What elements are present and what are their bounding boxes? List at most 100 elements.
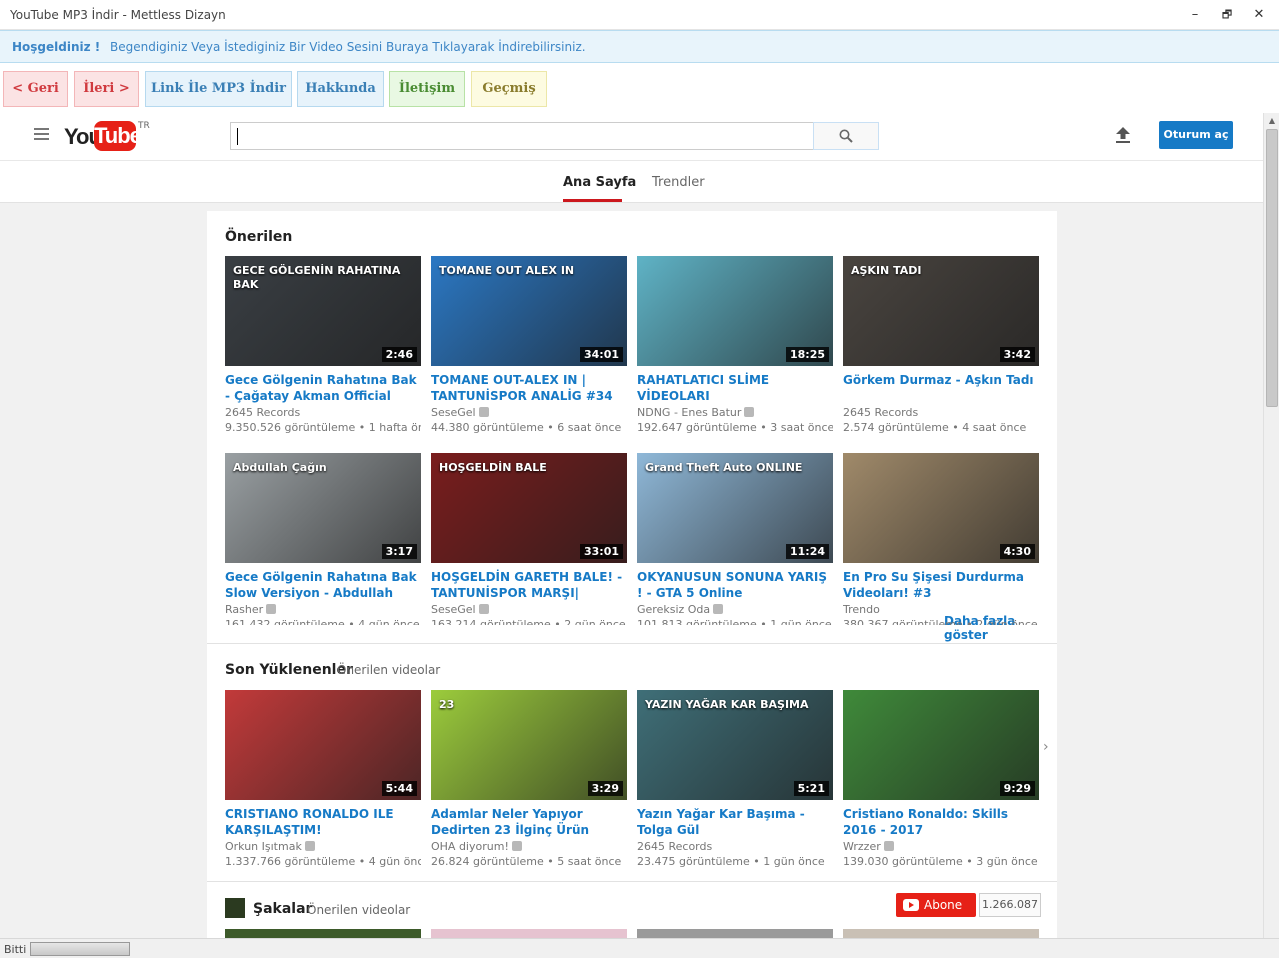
video-thumbnail[interactable] [225, 929, 421, 938]
video-thumbnail[interactable]: 5:44 [225, 690, 421, 800]
channel-name[interactable]: Trendo [843, 603, 880, 616]
video-channel[interactable]: Rasher [225, 602, 421, 617]
video-thumbnail[interactable] [431, 929, 627, 938]
video-channel[interactable]: NDNG - Enes Batur [637, 405, 833, 420]
thumbnail-caption: TOMANE OUT ALEX IN [439, 264, 575, 277]
video-channel[interactable]: Orkun Işıtmak [225, 839, 421, 854]
channel-name[interactable]: Wrzzer [843, 840, 881, 853]
video-card[interactable]: 18:25 RAHATLATICI SLİME VİDEOLARI NDNG - E… [637, 256, 833, 435]
search-input[interactable] [230, 122, 814, 150]
video-thumbnail[interactable]: 4:30 [843, 453, 1039, 563]
channel-name[interactable]: 2645 Records [843, 406, 918, 419]
video-card[interactable]: Grand Theft Auto ONLINE 11:24 OKYANUSUN SO… [637, 453, 833, 625]
video-card[interactable]: 23 3:29 Adamlar Neler Yapıyor Dedirten 23 … [431, 690, 627, 869]
meta-separator: • [550, 618, 565, 625]
history-button[interactable]: Geçmiş [471, 71, 547, 107]
video-thumbnail[interactable]: 18:25 [637, 256, 833, 366]
video-card[interactable]: Abdullah Çağın 3:17 Gece Gölgenin Rahatına… [225, 453, 421, 625]
video-duration: 18:25 [785, 347, 829, 362]
video-thumbnail[interactable]: GECE GÖLGENİN RAHATINA BAK 2:46 [225, 256, 421, 366]
video-channel[interactable]: 2645 Records [225, 405, 421, 420]
thumbnail-caption: Grand Theft Auto ONLINE [645, 461, 803, 474]
video-thumbnail[interactable] [637, 929, 833, 938]
channel-name[interactable]: SeseGel [431, 603, 476, 616]
channel-name[interactable]: NDNG - Enes Batur [637, 406, 741, 419]
channel-name[interactable]: 2645 Records [637, 840, 712, 853]
video-thumbnail[interactable]: AŞKIN TADI 3:42 [843, 256, 1039, 366]
video-title[interactable]: Gece Gölgenin Rahatına Bak Slow Versiyon… [225, 569, 421, 601]
hamburger-menu-icon[interactable] [34, 128, 49, 143]
video-thumbnail[interactable]: Abdullah Çağın 3:17 [225, 453, 421, 563]
video-title[interactable]: RAHATLATICI SLİME VİDEOLARI [637, 372, 833, 404]
channel-name[interactable]: Orkun Işıtmak [225, 840, 302, 853]
video-channel[interactable]: SeseGel [431, 405, 627, 420]
video-title[interactable]: En Pro Su Şişesi Durdurma Videoları! #3 [843, 569, 1039, 601]
video-card[interactable]: 9:29 Cristiano Ronaldo: Skills 2016 - 201… [843, 690, 1039, 869]
video-title[interactable]: Görkem Durmaz - Aşkın Tadı [843, 372, 1039, 404]
video-channel[interactable]: Trendo [843, 602, 1039, 617]
scroll-up-icon[interactable]: ▲ [1264, 113, 1279, 129]
subscribe-button[interactable]: Abone ol [896, 893, 976, 936]
forward-button[interactable]: İleri > [74, 71, 139, 107]
section-title-latest[interactable]: Son Yüklenenler [225, 662, 353, 678]
video-thumbnail[interactable]: TOMANE OUT ALEX IN 34:01 [431, 256, 627, 366]
video-card[interactable]: HOŞGELDİN BALE 33:01 HOŞGELDİN GARETH BALE… [431, 453, 627, 625]
video-thumbnail[interactable]: HOŞGELDİN BALE 33:01 [431, 453, 627, 563]
video-channel[interactable]: 2645 Records [637, 839, 833, 854]
search-button[interactable] [813, 122, 879, 150]
video-thumbnail[interactable]: 9:29 [843, 690, 1039, 800]
link-mp3-download-button[interactable]: Link İle MP3 İndir [145, 71, 292, 107]
view-count: 139.030 görüntüleme [843, 855, 963, 868]
minimize-button[interactable]: – [1183, 6, 1207, 24]
tab-trending[interactable]: Trendler [652, 175, 705, 190]
channel-name[interactable]: Rasher [225, 603, 263, 616]
section-title-recommended[interactable]: Önerilen [225, 229, 292, 245]
video-duration: 4:30 [999, 544, 1035, 559]
video-title[interactable]: Yazın Yağar Kar Başıma - Tolga Gül [637, 806, 833, 838]
channel-name[interactable]: SeseGel [431, 406, 476, 419]
video-card[interactable]: GECE GÖLGENİN RAHATINA BAK 2:46 Gece Gölge… [225, 256, 421, 435]
video-title[interactable]: CRISTIANO RONALDO ILE KARŞILAŞTIM! [225, 806, 421, 838]
channel-name[interactable]: Gereksiz Oda [637, 603, 710, 616]
video-title[interactable]: Cristiano Ronaldo: Skills 2016 - 2017 [843, 806, 1039, 838]
contact-button[interactable]: İletişim [389, 71, 465, 107]
video-card[interactable]: 4:30 En Pro Su Şişesi Durdurma Videoları!… [843, 453, 1039, 625]
video-thumbnail[interactable]: Grand Theft Auto ONLINE 11:24 [637, 453, 833, 563]
video-thumbnail[interactable]: 23 3:29 [431, 690, 627, 800]
vertical-scrollbar[interactable]: ▲ [1263, 113, 1279, 938]
video-channel[interactable]: 2645 Records [843, 405, 1039, 420]
about-button[interactable]: Hakkında [297, 71, 384, 107]
channel-avatar[interactable] [225, 898, 245, 918]
video-card[interactable]: YAZIN YAĞAR KAR BAŞIMA 5:21 Yazın Yağar Ka… [637, 690, 833, 869]
video-thumbnail[interactable]: YAZIN YAĞAR KAR BAŞIMA 5:21 [637, 690, 833, 800]
section-title-jokes[interactable]: Şakalar [253, 901, 312, 917]
video-title[interactable]: Gece Gölgenin Rahatına Bak - Çağatay Akm… [225, 372, 421, 404]
channel-name[interactable]: OHA diyorum! [431, 840, 509, 853]
video-channel[interactable]: Gereksiz Oda [637, 602, 833, 617]
close-button[interactable]: ✕ [1247, 6, 1271, 24]
section-divider [207, 643, 1057, 644]
scrollbar-thumb[interactable] [1266, 129, 1278, 407]
meta-separator: • [355, 421, 369, 434]
video-card[interactable]: TOMANE OUT ALEX IN 34:01 TOMANE OUT-ALEX I… [431, 256, 627, 435]
video-card[interactable]: AŞKIN TADI 3:42 Görkem Durmaz - Aşkın Tadı… [843, 256, 1039, 435]
video-title[interactable]: Adamlar Neler Yapıyor Dedirten 23 İlginç… [431, 806, 627, 838]
view-count: 1.337.766 görüntüleme [225, 855, 356, 868]
video-card[interactable]: 5:44 CRISTIANO RONALDO ILE KARŞILAŞTIM! Or… [225, 690, 421, 869]
tab-home[interactable]: Ana Sayfa [563, 175, 636, 190]
video-thumbnail[interactable] [843, 929, 1039, 938]
sign-in-button[interactable]: Oturum aç [1159, 121, 1233, 149]
upload-age: 1 hafta önce [368, 421, 421, 434]
video-title[interactable]: HOŞGELDİN GARETH BALE! - TANTUNİSPOR MAR… [431, 569, 627, 601]
restore-button[interactable]: 🗗 [1215, 6, 1239, 24]
video-channel[interactable]: OHA diyorum! [431, 839, 627, 854]
video-title[interactable]: OKYANUSUN SONUNA YARIŞ ! - GTA 5 Online [637, 569, 833, 601]
carousel-next-icon[interactable]: › [1043, 739, 1049, 755]
video-title[interactable]: TOMANE OUT-ALEX IN | TANTUNİSPOR ANALİG … [431, 372, 627, 404]
video-channel[interactable]: Wrzzer [843, 839, 1039, 854]
welcome-message[interactable]: Begendiginiz Veya İstediginiz Bir Video … [110, 40, 586, 54]
channel-name[interactable]: 2645 Records [225, 406, 300, 419]
video-channel[interactable]: SeseGel [431, 602, 627, 617]
upload-icon[interactable] [1114, 125, 1132, 145]
back-button[interactable]: < Geri [3, 71, 68, 107]
